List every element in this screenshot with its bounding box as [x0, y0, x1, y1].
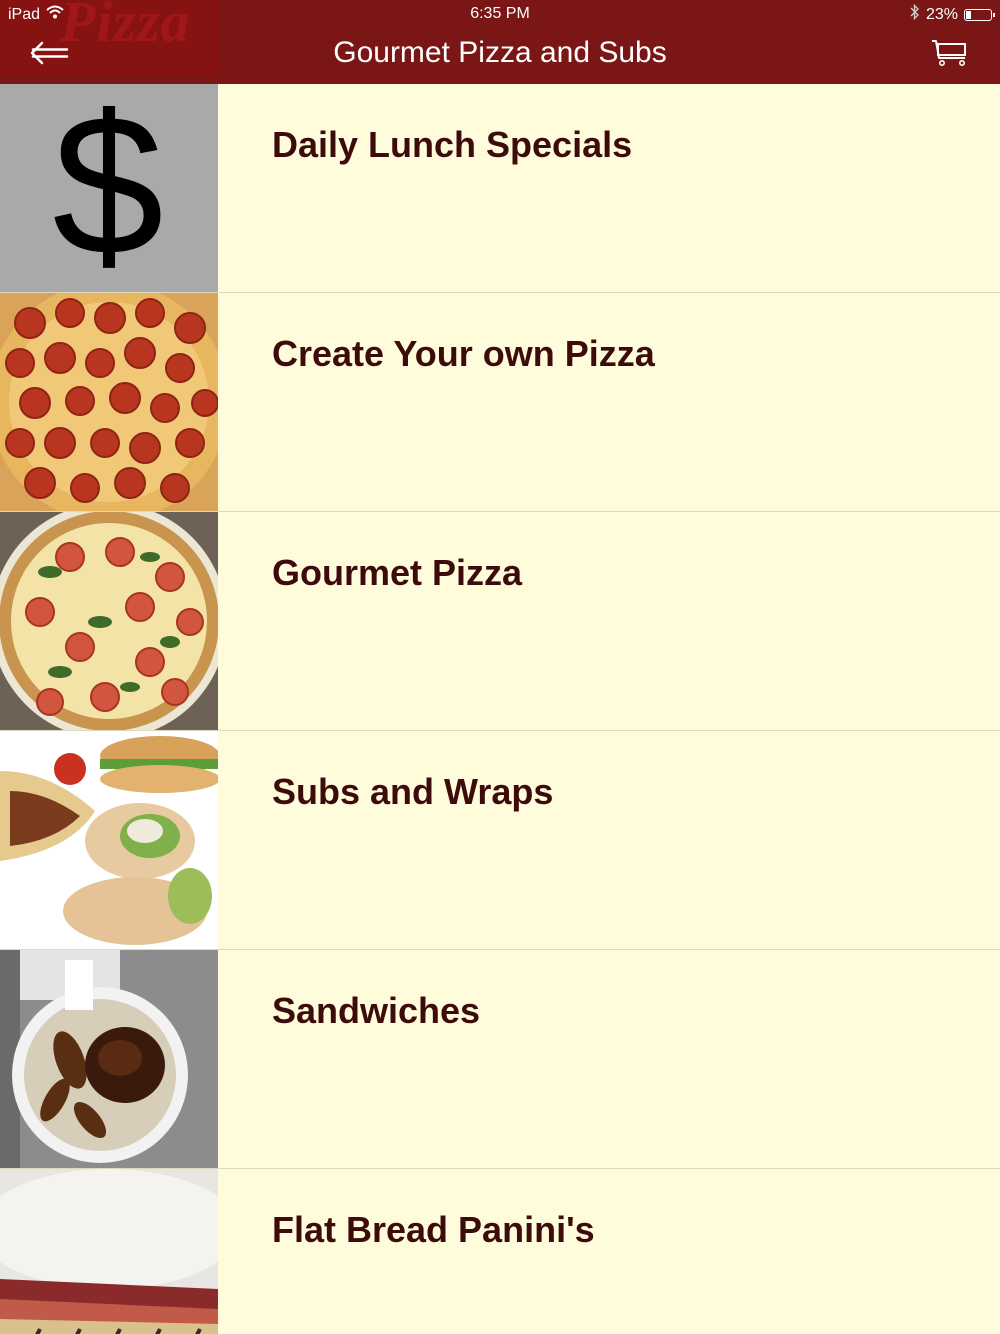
cart-button[interactable]: [928, 38, 972, 72]
menu-item-label: Sandwiches: [272, 990, 481, 1031]
menu-item-daily-lunch-specials[interactable]: $ Daily Lunch Specials: [0, 84, 1000, 293]
menu-item-label: Daily Lunch Specials: [272, 124, 633, 165]
app-screen: Pizza iPad 6:35 PM 23% Gourmet Pizza and…: [0, 0, 1000, 1334]
dollar-sign-image: $: [0, 84, 218, 292]
menu-item-sandwiches[interactable]: Sandwiches: [0, 950, 1000, 1169]
bluetooth-icon: [910, 3, 920, 25]
status-bar: iPad 6:35 PM 23%: [0, 0, 1000, 28]
menu-item-label: Create Your own Pizza: [272, 333, 655, 374]
status-right: 23%: [910, 3, 995, 25]
sandwich-plate-image: [0, 950, 218, 1168]
menu-category-list: $ Daily Lunch Specials Create Your own P…: [0, 84, 1000, 1334]
flatbread-panini-image: [0, 1169, 218, 1334]
menu-item-flat-bread-paninis[interactable]: Flat Bread Panini's: [0, 1169, 1000, 1334]
svg-text:$: $: [52, 84, 163, 292]
status-time: 6:35 PM: [470, 5, 530, 22]
pepperoni-pizza-image: [0, 293, 218, 511]
page-title: Gourmet Pizza and Subs: [333, 36, 667, 69]
battery-percent: 23%: [925, 5, 958, 23]
cart-icon: [930, 38, 970, 73]
battery-icon: [964, 8, 995, 21]
menu-item-subs-and-wraps[interactable]: Subs and Wraps: [0, 731, 1000, 950]
tomato-spinach-pizza-image: [0, 512, 218, 730]
menu-item-create-your-own-pizza[interactable]: Create Your own Pizza: [0, 293, 1000, 512]
menu-item-label: Flat Bread Panini's: [272, 1209, 595, 1250]
menu-item-gourmet-pizza[interactable]: Gourmet Pizza: [0, 512, 1000, 731]
subs-wraps-image: [0, 731, 218, 949]
menu-item-label: Subs and Wraps: [272, 771, 554, 812]
battery-fill: [966, 10, 971, 19]
nav-bar: Pizza iPad 6:35 PM 23% Gourmet Pizza and…: [0, 0, 1000, 84]
menu-item-label: Gourmet Pizza: [272, 552, 523, 593]
